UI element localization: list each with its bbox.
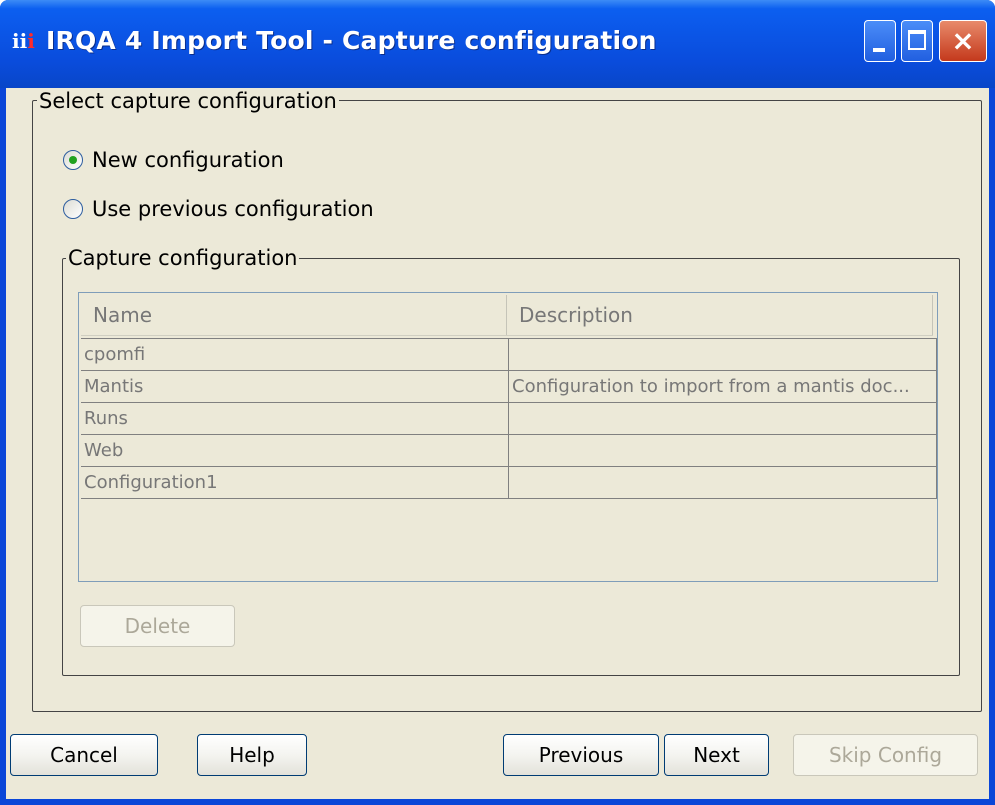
cell-description	[509, 435, 937, 466]
table-row[interactable]: Configuration1	[81, 467, 937, 499]
delete-button[interactable]: Delete	[80, 605, 235, 647]
skip-config-button[interactable]: Skip Config	[793, 734, 978, 776]
dialog-content: Select capture configuration New configu…	[6, 88, 989, 799]
title-bar[interactable]: iii IRQA 4 Import Tool - Capture configu…	[0, 0, 995, 88]
cell-name: Runs	[81, 403, 509, 434]
cell-description	[509, 339, 937, 370]
app-icon: iii	[12, 29, 35, 53]
radio-new-configuration-label: New configuration	[92, 148, 284, 172]
maximize-button[interactable]	[901, 20, 933, 62]
radio-new-configuration[interactable]: New configuration	[63, 148, 284, 172]
table-row[interactable]: cpomfi	[81, 338, 937, 371]
radio-use-previous-configuration[interactable]: Use previous configuration	[63, 197, 374, 221]
import-tool-window: iii IRQA 4 Import Tool - Capture configu…	[0, 0, 995, 805]
cell-name: Web	[81, 435, 509, 466]
table-row[interactable]: Mantis Configuration to import from a ma…	[81, 371, 937, 403]
radio-checked-icon[interactable]	[63, 150, 83, 170]
radio-use-previous-label: Use previous configuration	[92, 197, 374, 221]
next-button[interactable]: Next	[664, 734, 769, 776]
capture-configuration-legend: Capture configuration	[66, 246, 300, 270]
table-header: Name Description	[81, 295, 933, 336]
configuration-table[interactable]: Name Description cpomfi Mantis Configura…	[78, 292, 938, 582]
table-row[interactable]: Runs	[81, 403, 937, 435]
column-header-description[interactable]: Description	[507, 295, 933, 335]
cell-description	[509, 467, 937, 498]
select-configuration-legend: Select capture configuration	[37, 89, 339, 113]
minimize-button[interactable]	[864, 20, 896, 62]
help-button[interactable]: Help	[197, 734, 307, 776]
previous-button[interactable]: Previous	[503, 734, 659, 776]
window-title: IRQA 4 Import Tool - Capture configurati…	[46, 26, 657, 55]
radio-unchecked-icon[interactable]	[63, 199, 83, 219]
cell-name: Configuration1	[81, 467, 509, 498]
column-header-name[interactable]: Name	[81, 295, 507, 335]
cell-name: Mantis	[81, 371, 509, 402]
cell-description: Configuration to import from a mantis do…	[509, 371, 937, 402]
table-body: cpomfi Mantis Configuration to import fr…	[81, 338, 937, 499]
table-row[interactable]: Web	[81, 435, 937, 467]
cancel-button[interactable]: Cancel	[10, 734, 158, 776]
cell-name: cpomfi	[81, 339, 509, 370]
close-icon: ×	[951, 24, 975, 57]
close-button[interactable]: ×	[939, 20, 987, 62]
cell-description	[509, 403, 937, 434]
